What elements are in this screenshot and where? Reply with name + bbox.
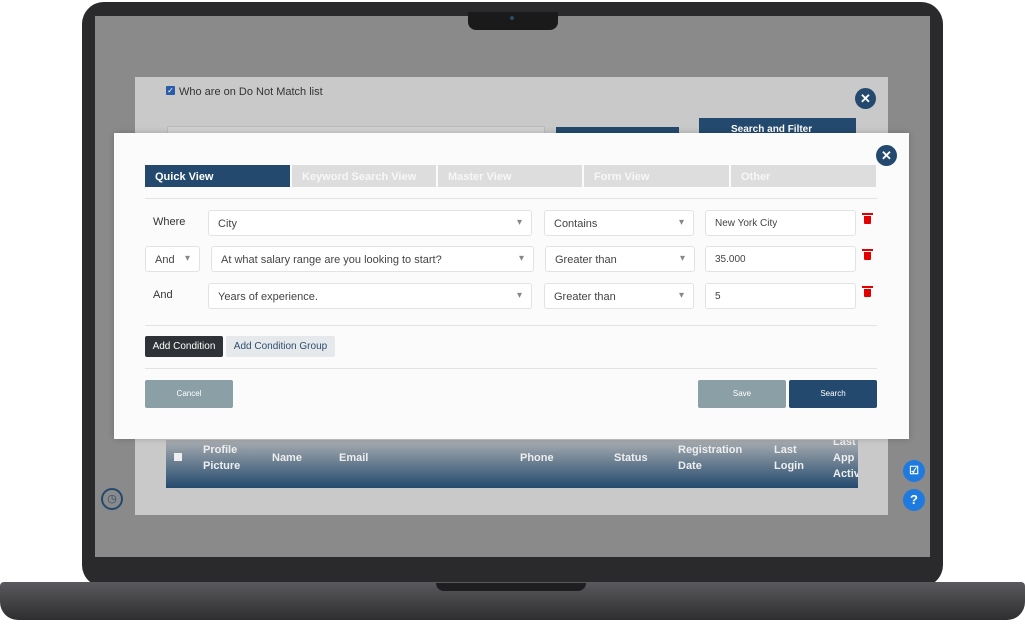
divider: [145, 198, 877, 199]
col-phone[interactable]: Phone: [520, 450, 554, 466]
save-button[interactable]: Save: [698, 380, 786, 408]
help-icon[interactable]: ?: [903, 489, 925, 511]
modal-close-button[interactable]: ✕: [876, 145, 897, 166]
operator-select[interactable]: Contains: [544, 210, 694, 236]
field-select[interactable]: At what salary range are you looking to …: [211, 246, 534, 272]
do-not-match-label: Who are on Do Not Match list: [179, 86, 323, 98]
connector-select[interactable]: And: [145, 246, 200, 272]
cancel-button[interactable]: Cancel: [145, 380, 233, 408]
col-profile-picture[interactable]: Profile Picture: [203, 442, 253, 474]
tab-quick-view[interactable]: Quick View: [145, 165, 290, 187]
select-all-checkbox[interactable]: [174, 453, 182, 461]
tab-master-view[interactable]: Master View: [438, 165, 582, 187]
value-input[interactable]: 5: [705, 283, 856, 309]
background-close-button[interactable]: ✕: [855, 88, 876, 109]
delete-condition-trash-icon[interactable]: [862, 213, 873, 224]
search-button[interactable]: Search: [789, 380, 877, 408]
connector-label: And: [153, 289, 173, 301]
col-status[interactable]: Status: [614, 450, 648, 466]
divider: [145, 325, 877, 326]
divider: [145, 368, 877, 369]
value-input[interactable]: New York City: [705, 210, 856, 236]
delete-condition-trash-icon[interactable]: [862, 249, 873, 260]
col-last-app-activity[interactable]: Last App Activity: [833, 440, 858, 482]
add-condition-button[interactable]: Add Condition: [145, 336, 223, 357]
checklist-icon[interactable]: ☑: [903, 460, 925, 482]
tab-form-view[interactable]: Form View: [584, 165, 729, 187]
clock-icon[interactable]: ◷: [101, 488, 123, 510]
tab-keyword-search-view[interactable]: Keyword Search View: [292, 165, 436, 187]
do-not-match-checkbox[interactable]: ✓: [166, 86, 175, 95]
laptop-groove: [436, 583, 586, 591]
col-email[interactable]: Email: [339, 450, 368, 466]
field-select[interactable]: Years of experience.: [208, 283, 532, 309]
field-select[interactable]: City: [208, 210, 532, 236]
camera-icon: [510, 16, 514, 20]
col-registration-date[interactable]: Registration Date: [678, 442, 758, 474]
users-table-header: Profile Picture Name Email Phone Status …: [166, 440, 858, 488]
col-last-login[interactable]: Last Login: [774, 442, 814, 474]
connector-label: Where: [153, 216, 186, 228]
tab-other[interactable]: Other: [731, 165, 876, 187]
col-name[interactable]: Name: [272, 450, 302, 466]
value-input[interactable]: 35.000: [705, 246, 856, 272]
search-and-filter-button[interactable]: Search and Filter: [699, 118, 856, 134]
camera-notch: [468, 12, 558, 30]
add-condition-group-button[interactable]: Add Condition Group: [226, 336, 335, 357]
delete-condition-trash-icon[interactable]: [862, 286, 873, 297]
operator-select[interactable]: Greater than: [544, 283, 694, 309]
operator-select[interactable]: Greater than: [545, 246, 695, 272]
